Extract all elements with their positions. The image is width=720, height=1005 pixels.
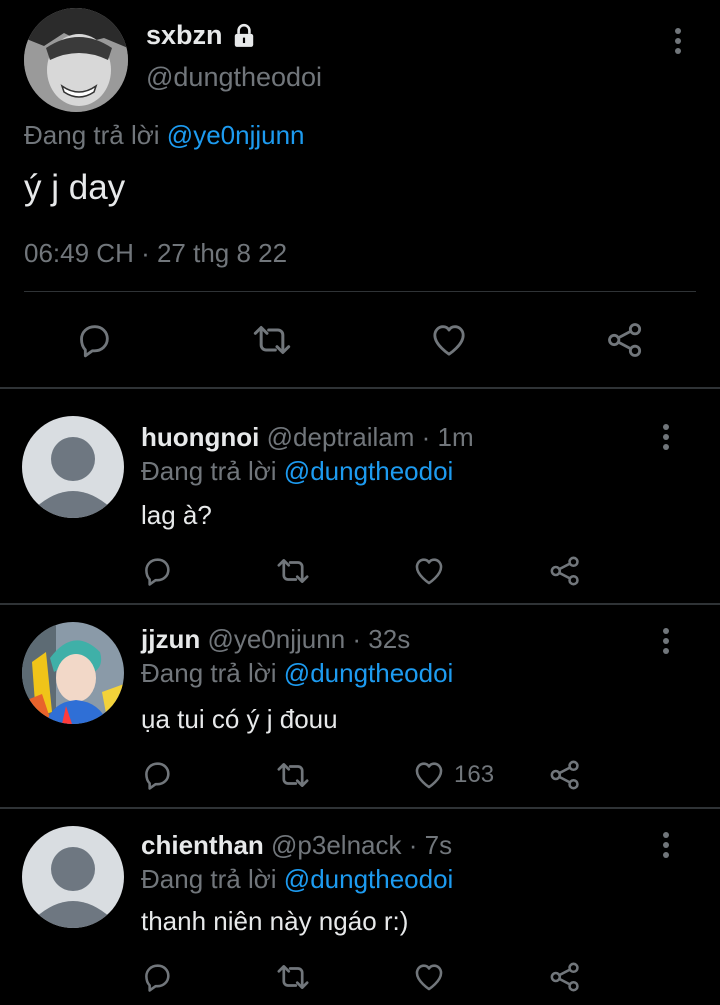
divider [0, 807, 720, 809]
reply-text: ụa tui có ý j đouu [141, 704, 338, 734]
share-icon[interactable] [548, 554, 582, 588]
reply-tweet[interactable]: jjzun @ye0njjunn · 32s Đang trả lời @dun… [0, 606, 720, 806]
main-tweet: sxbzn @dungtheodoi Đang trả lời @ye0njju… [0, 0, 720, 388]
reply-header: huongnoi @deptrailam · 1m [141, 422, 474, 453]
divider [0, 603, 720, 605]
like-button[interactable]: 163 [412, 758, 494, 792]
reply-icon[interactable] [140, 554, 174, 588]
like-button[interactable] [412, 960, 454, 994]
replying-prefix: Đang trả lời [141, 456, 277, 486]
replying-to: Đang trả lời @dungtheodoi [141, 456, 453, 487]
reply-tweet[interactable]: chienthan @p3elnack · 7s Đang trả lời @d… [0, 810, 720, 1005]
author-handle[interactable]: @dungtheodoi [146, 62, 322, 93]
replying-prefix: Đang trả lời [141, 658, 277, 688]
like-count: 163 [454, 761, 495, 788]
like-icon[interactable] [412, 554, 446, 588]
reply-tweet[interactable]: huongnoi @deptrailam · 1m Đang trả lời @… [0, 390, 720, 602]
display-name[interactable]: chienthan [141, 830, 264, 860]
avatar[interactable] [22, 622, 124, 724]
replying-to-link[interactable]: @dungtheodoi [284, 658, 454, 688]
reply-text: lag à? [141, 500, 212, 530]
like-icon[interactable] [412, 960, 446, 994]
tweet-text: ý j day [24, 168, 126, 207]
avatar[interactable] [22, 416, 124, 518]
share-icon[interactable] [604, 320, 646, 360]
reply-icon[interactable] [74, 320, 114, 360]
like-icon[interactable] [428, 320, 470, 360]
reply-time: · 32s [352, 624, 411, 654]
author-name[interactable]: sxbzn [146, 20, 257, 51]
replying-prefix: Đang trả lời [141, 864, 277, 894]
display-name[interactable]: sxbzn [146, 20, 223, 51]
handle[interactable]: @ye0njjunn [207, 624, 345, 654]
replying-to-link[interactable]: @dungtheodoi [284, 456, 454, 486]
retweet-icon[interactable] [274, 960, 312, 994]
replying-to: Đang trả lời @dungtheodoi [141, 864, 453, 895]
retweet-icon[interactable] [274, 554, 312, 588]
replying-to: Đang trả lời @ye0njjunn [24, 120, 305, 151]
reply-icon[interactable] [140, 758, 174, 792]
display-name[interactable]: huongnoi [141, 422, 259, 452]
reply-header: jjzun @ye0njjunn · 32s [141, 624, 410, 655]
divider [24, 291, 696, 292]
reply-text: thanh niên này ngáo r:) [141, 906, 409, 936]
replying-prefix: Đang trả lời [24, 120, 160, 150]
reply-icon[interactable] [140, 960, 174, 994]
more-icon[interactable] [658, 626, 674, 656]
divider [0, 387, 720, 389]
avatar[interactable] [24, 8, 128, 112]
reply-time: · 7s [408, 830, 453, 860]
replying-to-link[interactable]: @ye0njjunn [167, 120, 305, 150]
share-icon[interactable] [548, 960, 582, 994]
more-icon[interactable] [658, 830, 674, 860]
share-icon[interactable] [548, 758, 582, 792]
more-icon[interactable] [670, 26, 686, 56]
more-icon[interactable] [658, 422, 674, 452]
reply-header: chienthan @p3elnack · 7s [141, 830, 452, 861]
retweet-icon[interactable] [274, 758, 312, 792]
replying-to-link[interactable]: @dungtheodoi [284, 864, 454, 894]
handle[interactable]: @deptrailam [267, 422, 415, 452]
reply-time: · 1m [421, 422, 474, 452]
like-icon[interactable] [412, 758, 446, 792]
handle[interactable]: @p3elnack [271, 830, 401, 860]
tweet-timestamp[interactable]: 06:49 CH · 27 thg 8 22 [24, 238, 287, 269]
replying-to: Đang trả lời @dungtheodoi [141, 658, 453, 689]
display-name[interactable]: jjzun [141, 624, 200, 654]
lock-icon [231, 23, 257, 49]
like-button[interactable] [412, 554, 454, 588]
avatar[interactable] [22, 826, 124, 928]
retweet-icon[interactable] [250, 320, 294, 360]
